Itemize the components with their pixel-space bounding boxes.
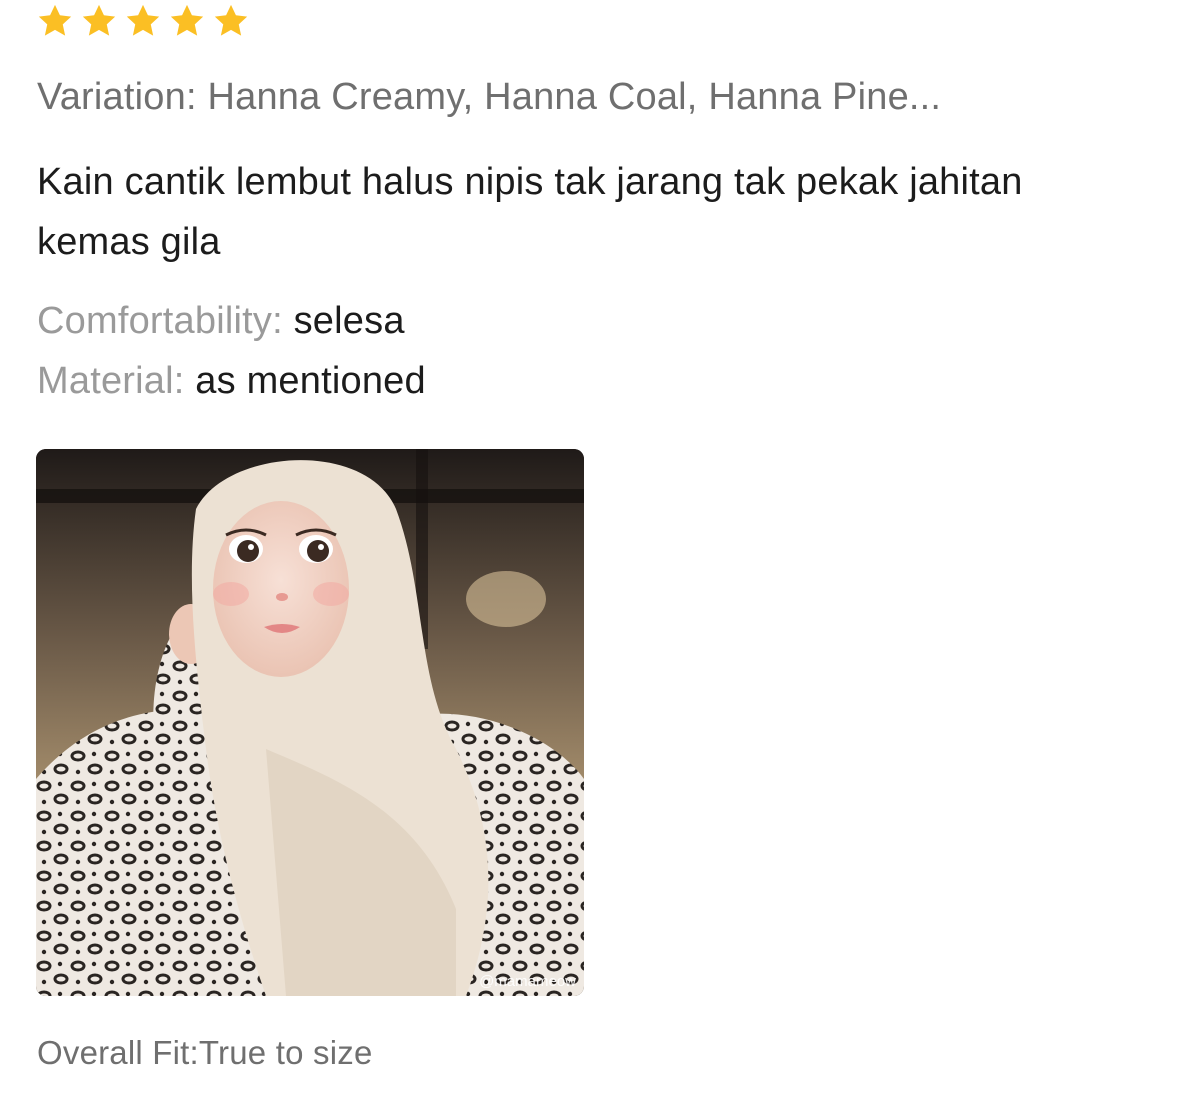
rating-stars (36, 2, 250, 40)
attribute-label: Material: (37, 360, 185, 402)
attribute-comfortability: Comfortability: selesa (37, 300, 405, 343)
star-icon (36, 2, 74, 40)
star-icon (168, 2, 206, 40)
review-photo-image (36, 449, 584, 996)
attribute-material: Material: as mentioned (37, 360, 426, 403)
review-photo[interactable]: @mamameow (36, 449, 584, 996)
attribute-value: selesa (293, 300, 405, 342)
star-icon (212, 2, 250, 40)
photo-watermark: @mamameow (479, 973, 576, 990)
attribute-label: Comfortability: (37, 300, 283, 342)
variation-text: Variation: Hanna Creamy, Hanna Coal, Han… (37, 76, 942, 118)
star-icon (124, 2, 162, 40)
star-icon (80, 2, 118, 40)
review-body: Kain cantik lembut halus nipis tak jaran… (37, 161, 1023, 263)
overall-fit-text: Overall Fit:True to size (37, 1034, 373, 1071)
attribute-value: as mentioned (195, 360, 426, 402)
